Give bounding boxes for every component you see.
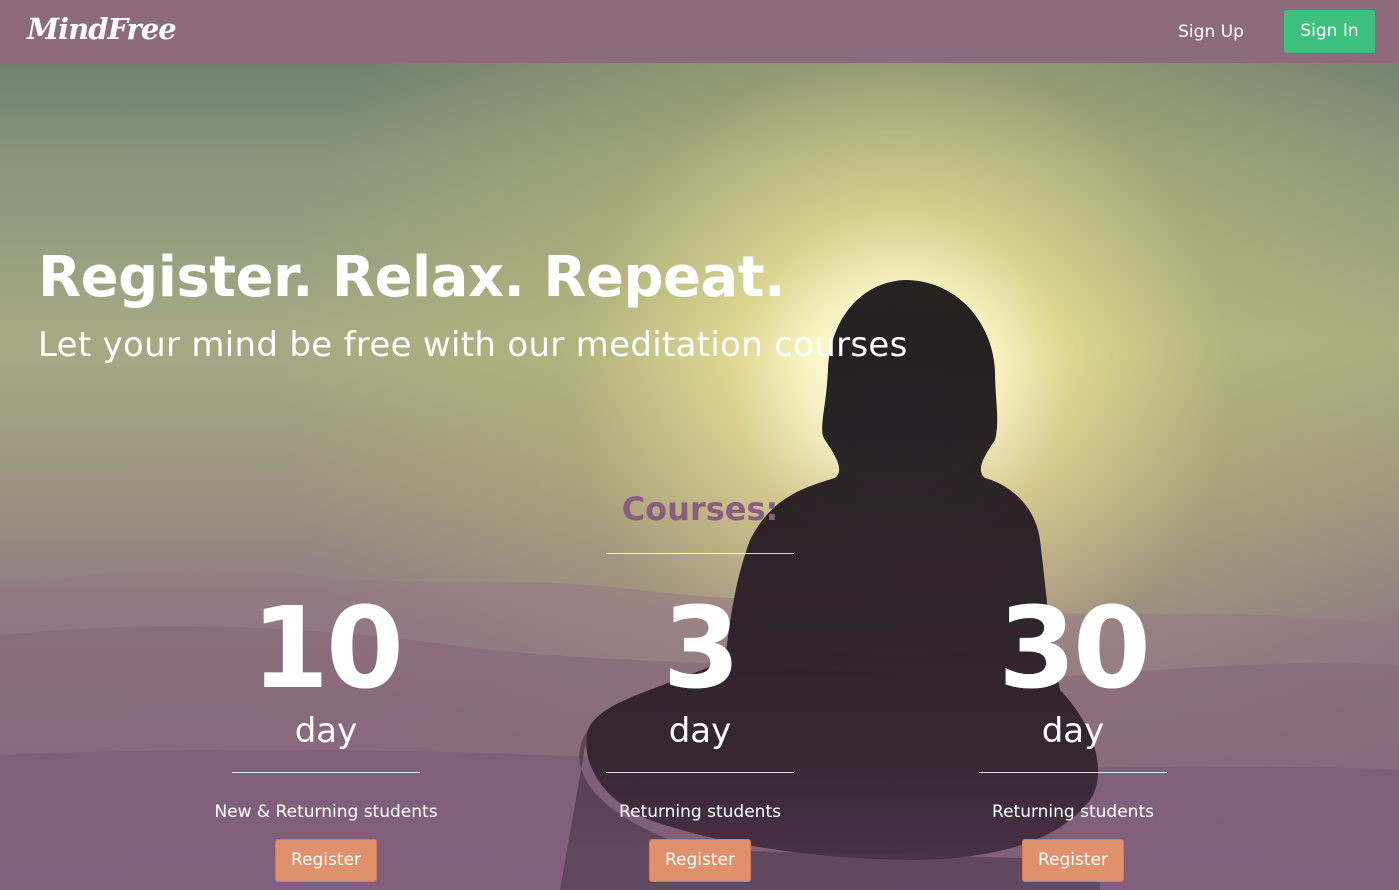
course-divider bbox=[232, 772, 420, 773]
course-audience: Returning students bbox=[619, 802, 781, 822]
course-duration-number: 30 bbox=[998, 584, 1151, 714]
hero-headline: Register. Relax. Repeat. bbox=[38, 245, 785, 310]
register-button-10-day[interactable]: Register bbox=[275, 839, 377, 882]
register-button-30-day[interactable]: Register bbox=[1022, 839, 1124, 882]
course-card-30-day: 30 day Returning students Register bbox=[943, 590, 1203, 882]
course-duration-number: 10 bbox=[251, 584, 404, 714]
course-card-3-day: 3 day Returning students Register bbox=[570, 590, 830, 882]
course-card-10-day: 10 day New & Returning students Register bbox=[196, 590, 456, 882]
sign-in-button[interactable]: Sign In bbox=[1284, 10, 1375, 53]
courses-divider bbox=[606, 553, 794, 554]
top-navbar: MindFree Sign Up Sign In bbox=[0, 0, 1399, 63]
course-duration-unit: day bbox=[1041, 711, 1105, 751]
sign-up-link[interactable]: Sign Up bbox=[1166, 17, 1256, 47]
course-duration-unit: day bbox=[668, 711, 732, 751]
course-divider bbox=[606, 772, 794, 773]
hero-subheadline: Let your mind be free with our meditatio… bbox=[38, 325, 908, 365]
course-divider bbox=[979, 772, 1167, 773]
register-button-3-day[interactable]: Register bbox=[649, 839, 751, 882]
course-audience: New & Returning students bbox=[214, 802, 438, 822]
courses-title: Courses: bbox=[621, 490, 779, 528]
course-audience: Returning students bbox=[992, 802, 1154, 822]
course-duration-unit: day bbox=[294, 711, 358, 751]
course-duration-number: 3 bbox=[662, 584, 741, 714]
brand-logo[interactable]: MindFree bbox=[27, 12, 177, 46]
